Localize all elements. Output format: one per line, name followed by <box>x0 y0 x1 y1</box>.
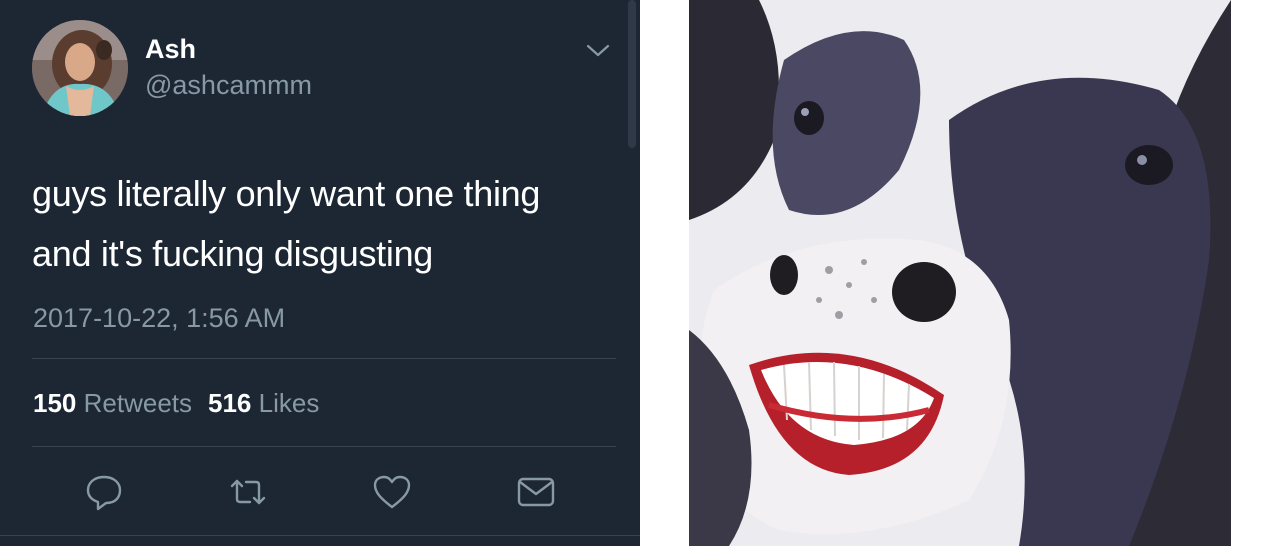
cow-photo <box>689 0 1231 546</box>
likes-label: Likes <box>258 388 320 418</box>
display-name[interactable]: Ash <box>145 34 196 65</box>
avatar-photo <box>32 20 128 116</box>
tweet-card: Ash @ashcammm guys literally only want o… <box>0 0 640 546</box>
divider <box>32 358 616 359</box>
scrollbar[interactable] <box>628 0 636 148</box>
envelope-icon[interactable] <box>516 472 556 512</box>
likes-stat[interactable]: 516 Likes <box>208 388 319 418</box>
tweet-timestamp: 2017-10-22, 1:56 AM <box>33 303 286 333</box>
heart-icon[interactable] <box>372 472 412 512</box>
retweets-label: Retweets <box>83 388 193 418</box>
divider <box>32 446 616 447</box>
tweet-text-line: guys literally only want one thing <box>32 173 541 214</box>
retweets-count: 150 <box>33 388 77 418</box>
tweet-text: guys literally only want one thing and i… <box>32 164 612 284</box>
reply-icon[interactable] <box>84 472 124 512</box>
divider <box>0 535 640 536</box>
tweet-text-line: and it's fucking disgusting <box>32 233 434 274</box>
retweet-icon[interactable] <box>228 472 268 512</box>
engagement-stats: 150 Retweets 516 Likes <box>33 388 319 419</box>
retweets-stat[interactable]: 150 Retweets <box>33 388 192 418</box>
avatar[interactable] <box>32 20 128 116</box>
likes-count: 516 <box>208 388 252 418</box>
user-handle[interactable]: @ashcammm <box>145 70 312 101</box>
smiling-cow-image <box>689 0 1231 546</box>
chevron-down-icon[interactable] <box>585 40 611 60</box>
